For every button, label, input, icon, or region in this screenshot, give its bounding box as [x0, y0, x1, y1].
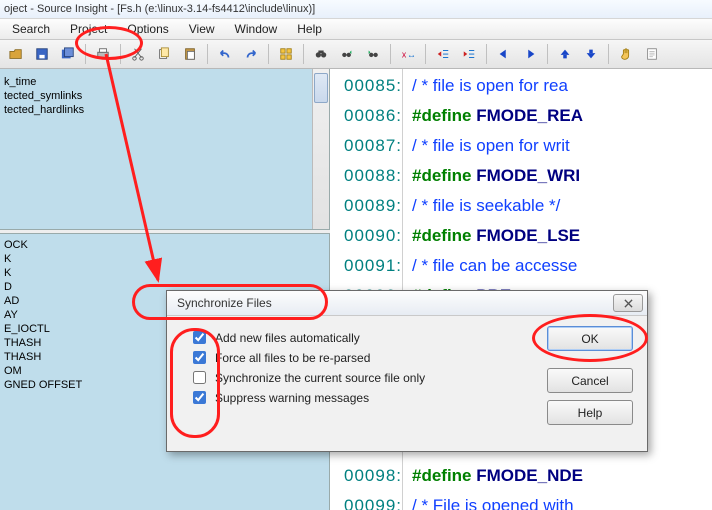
toolbar: x↔y — [0, 40, 712, 69]
list-item[interactable]: K — [4, 266, 325, 280]
list-item[interactable]: k_time — [4, 75, 325, 89]
line-number: 00086: — [330, 101, 412, 131]
code-line[interactable]: 00098:#define FMODE_NDE — [330, 461, 712, 491]
menu-view[interactable]: View — [179, 20, 225, 38]
list-item[interactable]: tected_hardlinks — [4, 103, 325, 117]
code-text: / * File is opened with — [412, 491, 574, 510]
code-text: #define FMODE_REA — [412, 101, 583, 131]
code-line[interactable]: 00087:/ * file is open for writ — [330, 131, 712, 161]
check-label: Suppress warning messages — [215, 391, 369, 405]
code-line[interactable]: 00088:#define FMODE_WRI — [330, 161, 712, 191]
redo-icon[interactable] — [239, 42, 263, 66]
swap-icon[interactable]: x↔y — [396, 42, 420, 66]
menu-bar: Search Project Options View Window Help — [0, 18, 712, 40]
indent-icon[interactable] — [457, 42, 481, 66]
code-text: #define FMODE_LSE — [412, 221, 580, 251]
code-text: / * file is open for writ — [412, 131, 570, 161]
menu-options[interactable]: Options — [117, 20, 178, 38]
check-label: Synchronize the current source file only — [215, 371, 425, 385]
scroll-thumb[interactable] — [314, 73, 328, 103]
check-suppress-warnings[interactable]: Suppress warning messages — [189, 388, 369, 407]
menu-help[interactable]: Help — [287, 20, 332, 38]
cancel-button[interactable]: Cancel — [547, 368, 633, 393]
code-line[interactable]: 00090:#define FMODE_LSE — [330, 221, 712, 251]
line-number: 00099: — [330, 491, 412, 510]
dialog-close-button[interactable] — [613, 294, 643, 312]
window-title: oject - Source Insight - [Fs.h (e:\linux… — [0, 0, 712, 18]
menu-search[interactable]: Search — [2, 20, 60, 38]
check-label: Force all files to be re-parsed — [215, 351, 370, 365]
dialog-title-text: Synchronize Files — [177, 296, 272, 310]
symbol-panel-top: k_timetected_symlinkstected_hardlinks — [0, 69, 330, 229]
paste-icon[interactable] — [178, 42, 202, 66]
checkbox[interactable] — [193, 351, 206, 364]
code-text: / * file is open for rea — [412, 71, 568, 101]
list-item[interactable]: tected_symlinks — [4, 89, 325, 103]
code-line[interactable]: 00091:/ * file can be accesse — [330, 251, 712, 281]
open-icon[interactable] — [4, 42, 28, 66]
code-line[interactable]: 00089:/ * file is seekable */ — [330, 191, 712, 221]
save-all-icon[interactable] — [56, 42, 80, 66]
copy-icon[interactable] — [152, 42, 176, 66]
print-icon[interactable] — [91, 42, 115, 66]
ok-button[interactable]: OK — [547, 326, 633, 351]
checkbox[interactable] — [193, 391, 206, 404]
page-icon[interactable] — [640, 42, 664, 66]
line-number: 00085: — [330, 71, 412, 101]
go-up-icon[interactable] — [553, 42, 577, 66]
menu-window[interactable]: Window — [225, 20, 288, 38]
check-label: Add new files automatically — [215, 331, 360, 345]
checkbox[interactable] — [193, 371, 206, 384]
find-next-icon[interactable] — [361, 42, 385, 66]
line-number: 00091: — [330, 251, 412, 281]
go-down-icon[interactable] — [579, 42, 603, 66]
hand-icon[interactable] — [614, 42, 638, 66]
nav-back-icon[interactable] — [492, 42, 516, 66]
check-add-new-files[interactable]: Add new files automatically — [189, 328, 360, 347]
line-number: 00087: — [330, 131, 412, 161]
line-number: 00088: — [330, 161, 412, 191]
synchronize-files-dialog: Synchronize Files Add new files automati… — [166, 290, 648, 452]
check-force-reparse[interactable]: Force all files to be re-parsed — [189, 348, 370, 367]
checkbox[interactable] — [193, 331, 206, 344]
code-text: #define FMODE_WRI — [412, 161, 580, 191]
dialog-titlebar[interactable]: Synchronize Files — [167, 291, 647, 316]
svg-text:↔y: ↔y — [407, 50, 415, 60]
menu-project[interactable]: Project — [60, 20, 117, 38]
line-number: 00089: — [330, 191, 412, 221]
undo-icon[interactable] — [213, 42, 237, 66]
line-number: 00090: — [330, 221, 412, 251]
line-number: 00098: — [330, 461, 412, 491]
code-line[interactable]: 00099:/ * File is opened with — [330, 491, 712, 510]
cut-icon[interactable] — [126, 42, 150, 66]
code-text: / * file can be accesse — [412, 251, 577, 281]
list-item[interactable]: K — [4, 252, 325, 266]
save-icon[interactable] — [30, 42, 54, 66]
help-button[interactable]: Help — [547, 400, 633, 425]
list-item[interactable]: OCK — [4, 238, 325, 252]
binoculars-icon[interactable] — [309, 42, 333, 66]
browse-icon[interactable] — [274, 42, 298, 66]
code-text: / * file is seekable */ — [412, 191, 560, 221]
check-sync-current-only[interactable]: Synchronize the current source file only — [189, 368, 425, 387]
code-text: #define FMODE_NDE — [412, 461, 583, 491]
code-line[interactable]: 00085:/ * file is open for rea — [330, 71, 712, 101]
nav-fwd-icon[interactable] — [518, 42, 542, 66]
code-line[interactable]: 00086:#define FMODE_REA — [330, 101, 712, 131]
find-prev-icon[interactable] — [335, 42, 359, 66]
outdent-icon[interactable] — [431, 42, 455, 66]
svg-text:x: x — [402, 50, 407, 60]
scrollbar[interactable] — [312, 69, 329, 229]
